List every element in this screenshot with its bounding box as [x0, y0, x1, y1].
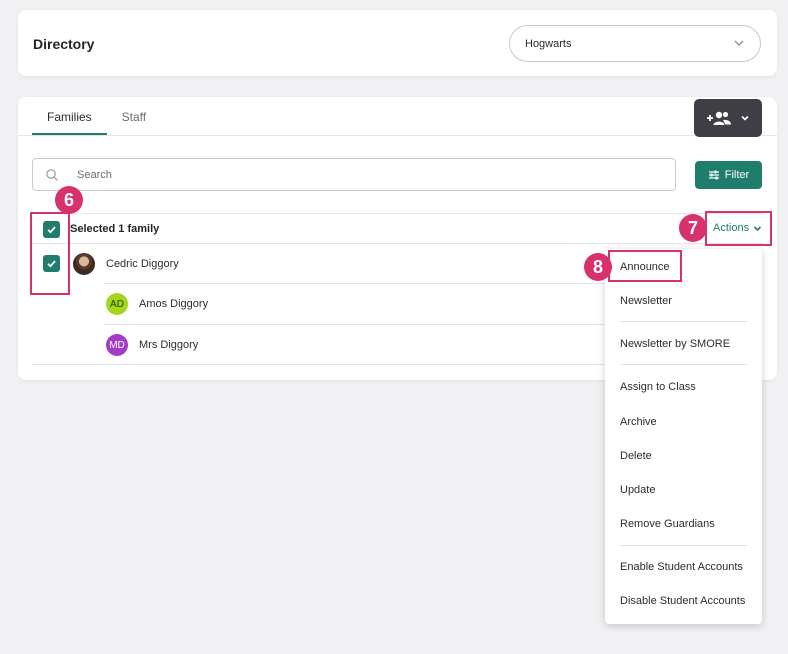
row-divider [32, 243, 763, 244]
add-user-button[interactable] [694, 99, 762, 137]
menu-item-disable-student-accounts[interactable]: Disable Student Accounts [620, 595, 745, 607]
tab-bar: Families Staff [32, 97, 161, 135]
menu-divider [620, 321, 747, 322]
selection-count: Selected 1 family [70, 223, 160, 235]
tab-divider [18, 135, 777, 136]
sliders-icon [708, 170, 719, 180]
add-user-icon [707, 111, 731, 125]
callout-badge-7: 7 [679, 214, 707, 242]
callout-highlight-actions [705, 211, 772, 246]
chevron-down-icon [734, 40, 744, 46]
family-name[interactable]: Cedric Diggory [106, 258, 179, 270]
tab-staff[interactable]: Staff [107, 97, 161, 135]
directory-header: Directory Hogwarts [18, 10, 777, 76]
row-divider [32, 213, 763, 214]
avatar-initials: MD [106, 334, 128, 356]
search-icon [46, 169, 58, 181]
callout-highlight-checkboxes [30, 212, 70, 295]
menu-divider [620, 545, 747, 546]
menu-item-newsletter-smore[interactable]: Newsletter by SMORE [620, 338, 730, 350]
chevron-down-icon [741, 115, 749, 121]
tab-families[interactable]: Families [32, 97, 107, 135]
school-select-value: Hogwarts [525, 37, 572, 50]
menu-item-remove-guardians[interactable]: Remove Guardians [620, 518, 715, 530]
filter-label: Filter [724, 169, 750, 181]
callout-badge-6: 6 [55, 186, 83, 214]
filter-button[interactable]: Filter [695, 161, 762, 189]
avatar-initials: AD [106, 293, 128, 315]
member-name[interactable]: Amos Diggory [139, 298, 208, 310]
callout-highlight-announce [608, 250, 682, 282]
menu-item-enable-student-accounts[interactable]: Enable Student Accounts [620, 561, 743, 573]
search-field[interactable] [32, 158, 676, 191]
page-title: Directory [33, 36, 95, 52]
menu-item-newsletter[interactable]: Newsletter [620, 295, 672, 307]
menu-item-update[interactable]: Update [620, 484, 655, 496]
menu-item-assign-class[interactable]: Assign to Class [620, 381, 696, 393]
school-select[interactable]: Hogwarts [509, 25, 761, 62]
member-name[interactable]: Mrs Diggory [139, 339, 198, 351]
actions-menu: Announce Newsletter Newsletter by SMORE … [605, 249, 762, 624]
search-input[interactable] [77, 159, 667, 190]
menu-item-archive[interactable]: Archive [620, 416, 657, 428]
avatar [73, 253, 95, 275]
callout-badge-8: 8 [584, 253, 612, 281]
menu-item-delete[interactable]: Delete [620, 450, 652, 462]
menu-divider [620, 364, 747, 365]
